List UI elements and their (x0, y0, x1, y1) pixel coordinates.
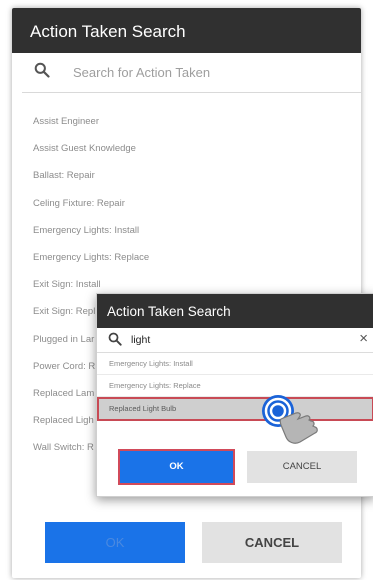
search-bar[interactable]: Search for Action Taken (22, 53, 361, 93)
ok-button[interactable]: OK (120, 451, 233, 483)
list-item[interactable]: Emergency Lights: Install (97, 353, 373, 375)
dialog-header: Action Taken Search (12, 8, 361, 53)
dialog-title: Action Taken Search (30, 22, 186, 41)
search-bar[interactable]: light × (97, 328, 373, 353)
search-input[interactable]: Search for Action Taken (73, 65, 210, 80)
result-list: Emergency Lights: Install Emergency Ligh… (97, 353, 373, 421)
list-item-selected[interactable]: Replaced Light Bulb (97, 397, 373, 421)
cancel-button[interactable]: CANCEL (202, 522, 342, 563)
close-icon[interactable]: × (359, 330, 368, 347)
search-icon (108, 332, 122, 351)
list-item[interactable]: Emergency Lights: Replace (12, 244, 361, 271)
dialog-header: Action Taken Search (97, 294, 373, 328)
cancel-button[interactable]: CANCEL (247, 451, 357, 483)
ok-button[interactable]: OK (45, 522, 185, 563)
search-input[interactable]: light (131, 334, 150, 346)
list-item[interactable]: Emergency Lights: Replace (97, 375, 373, 397)
dialog-title: Action Taken Search (107, 304, 231, 319)
search-icon (34, 62, 50, 83)
list-item[interactable]: Celing Fixture: Repair (12, 190, 361, 217)
filtered-search-dialog: Action Taken Search light × Emergency Li… (96, 293, 373, 497)
list-item[interactable]: Ballast: Repair (12, 162, 361, 189)
tap-gesture-icon (262, 385, 322, 455)
list-item[interactable]: Assist Engineer (12, 108, 361, 135)
list-item[interactable]: Assist Guest Knowledge (12, 135, 361, 162)
list-item[interactable]: Emergency Lights: Install (12, 217, 361, 244)
